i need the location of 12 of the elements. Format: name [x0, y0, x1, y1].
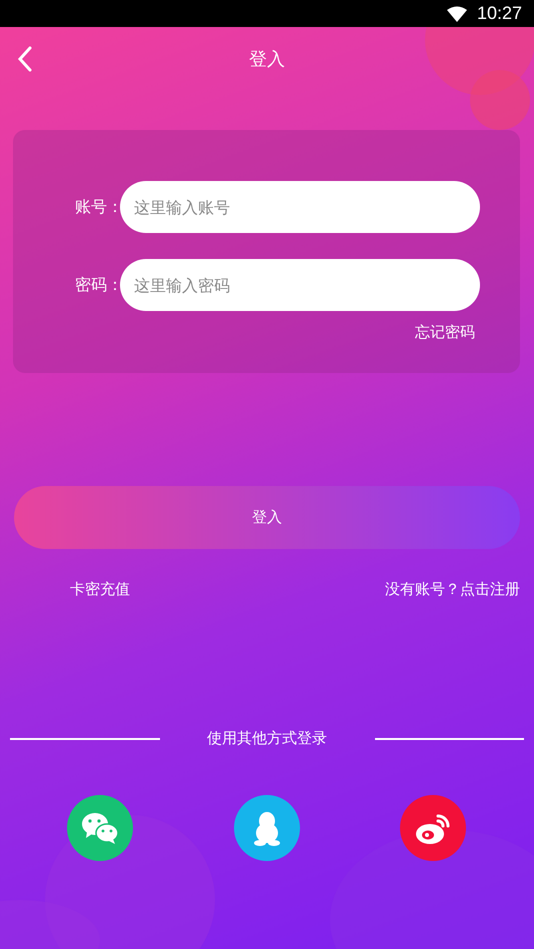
page-title: 登入: [248, 48, 286, 71]
input-field[interactable]: 这里输入账号: [120, 181, 480, 233]
wifi-icon: [446, 6, 467, 22]
other-login-label: 使用其他方式登录: [206, 729, 328, 748]
field-label: 密码：: [74, 274, 123, 296]
register-link[interactable]: 没有账号？点击注册: [385, 580, 520, 599]
field-label: 账号：: [74, 196, 123, 218]
status-time: 10:27: [476, 3, 522, 24]
login-button[interactable]: 登入: [14, 486, 520, 549]
input-field[interactable]: 这里输入密码: [120, 259, 480, 311]
recharge-link[interactable]: 卡密充值: [70, 580, 130, 599]
forgot-password-link[interactable]: 忘记密码: [415, 323, 475, 342]
